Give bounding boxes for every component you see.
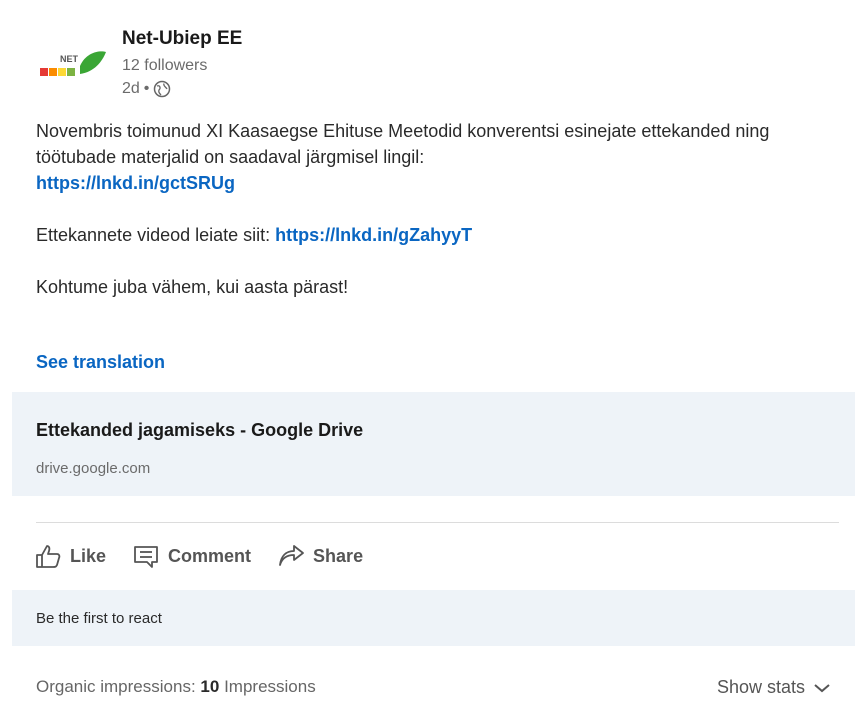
impressions-value: 10	[200, 677, 220, 696]
see-translation-link[interactable]: See translation	[36, 352, 165, 373]
post-line-1: Novembris toimunud XI Kaasaegse Ehituse …	[36, 121, 770, 167]
reactions-bar: Be the first to react	[12, 590, 855, 646]
show-stats-label: Show stats	[716, 677, 805, 697]
like-button[interactable]: Like	[34, 542, 106, 570]
like-label: Like	[70, 545, 107, 566]
comment-icon	[134, 546, 158, 568]
link-preview-card[interactable]: Ettekanded jagamiseks - Google Drive dri…	[12, 392, 855, 496]
impressions-label: Organic impressions:	[36, 677, 196, 696]
post-link-2[interactable]: https://lnkd.in/gZahyyT	[275, 225, 472, 245]
chevron-down-icon	[814, 683, 830, 692]
followers-count: 12 followers	[122, 57, 208, 74]
post-paragraph-2: Ettekannete videod leiate siit: https://…	[36, 222, 826, 248]
link-card-title: Ettekanded jagamiseks - Google Drive	[36, 420, 364, 440]
comment-label: Comment	[168, 545, 252, 566]
comment-button[interactable]: Comment	[132, 542, 251, 570]
link-card-domain: drive.google.com	[36, 460, 151, 477]
post-line-2: Ettekannete videod leiate siit:	[36, 225, 271, 245]
globe-icon	[154, 80, 171, 98]
impressions-stats: Organic impressions: 10 Impressions	[36, 677, 316, 697]
show-stats-button[interactable]: Show stats	[717, 677, 831, 698]
logo-text: NET	[60, 54, 79, 64]
post-age: 2d	[122, 80, 140, 97]
share-arrow-icon	[279, 545, 304, 566]
share-label: Share	[313, 545, 364, 566]
meta-separator: •	[143, 80, 150, 97]
org-name[interactable]: Net-Ubiep EE	[122, 28, 242, 50]
net-ubiep-logo[interactable]: NET	[36, 46, 108, 84]
action-bar: Like Comment Share	[34, 536, 389, 576]
reactions-text: Be the first to react	[36, 610, 162, 627]
post-paragraph-3: Kohtume juba vähem, kui aasta pärast!	[36, 277, 349, 297]
divider	[36, 522, 839, 523]
thumbs-up-icon	[36, 545, 61, 568]
post-link-1[interactable]: https://lnkd.in/gctSRUg	[36, 173, 235, 193]
post-header: NET Net-Ubiep EE 12 followers 2d •	[36, 24, 736, 104]
post-paragraph-1: Novembris toimunud XI Kaasaegse Ehituse …	[36, 118, 826, 196]
impressions-unit: Impressions	[224, 677, 316, 696]
post-body: Novembris toimunud XI Kaasaegse Ehituse …	[36, 118, 826, 300]
post-meta: 2d •	[122, 80, 171, 98]
share-button[interactable]: Share	[277, 542, 363, 570]
